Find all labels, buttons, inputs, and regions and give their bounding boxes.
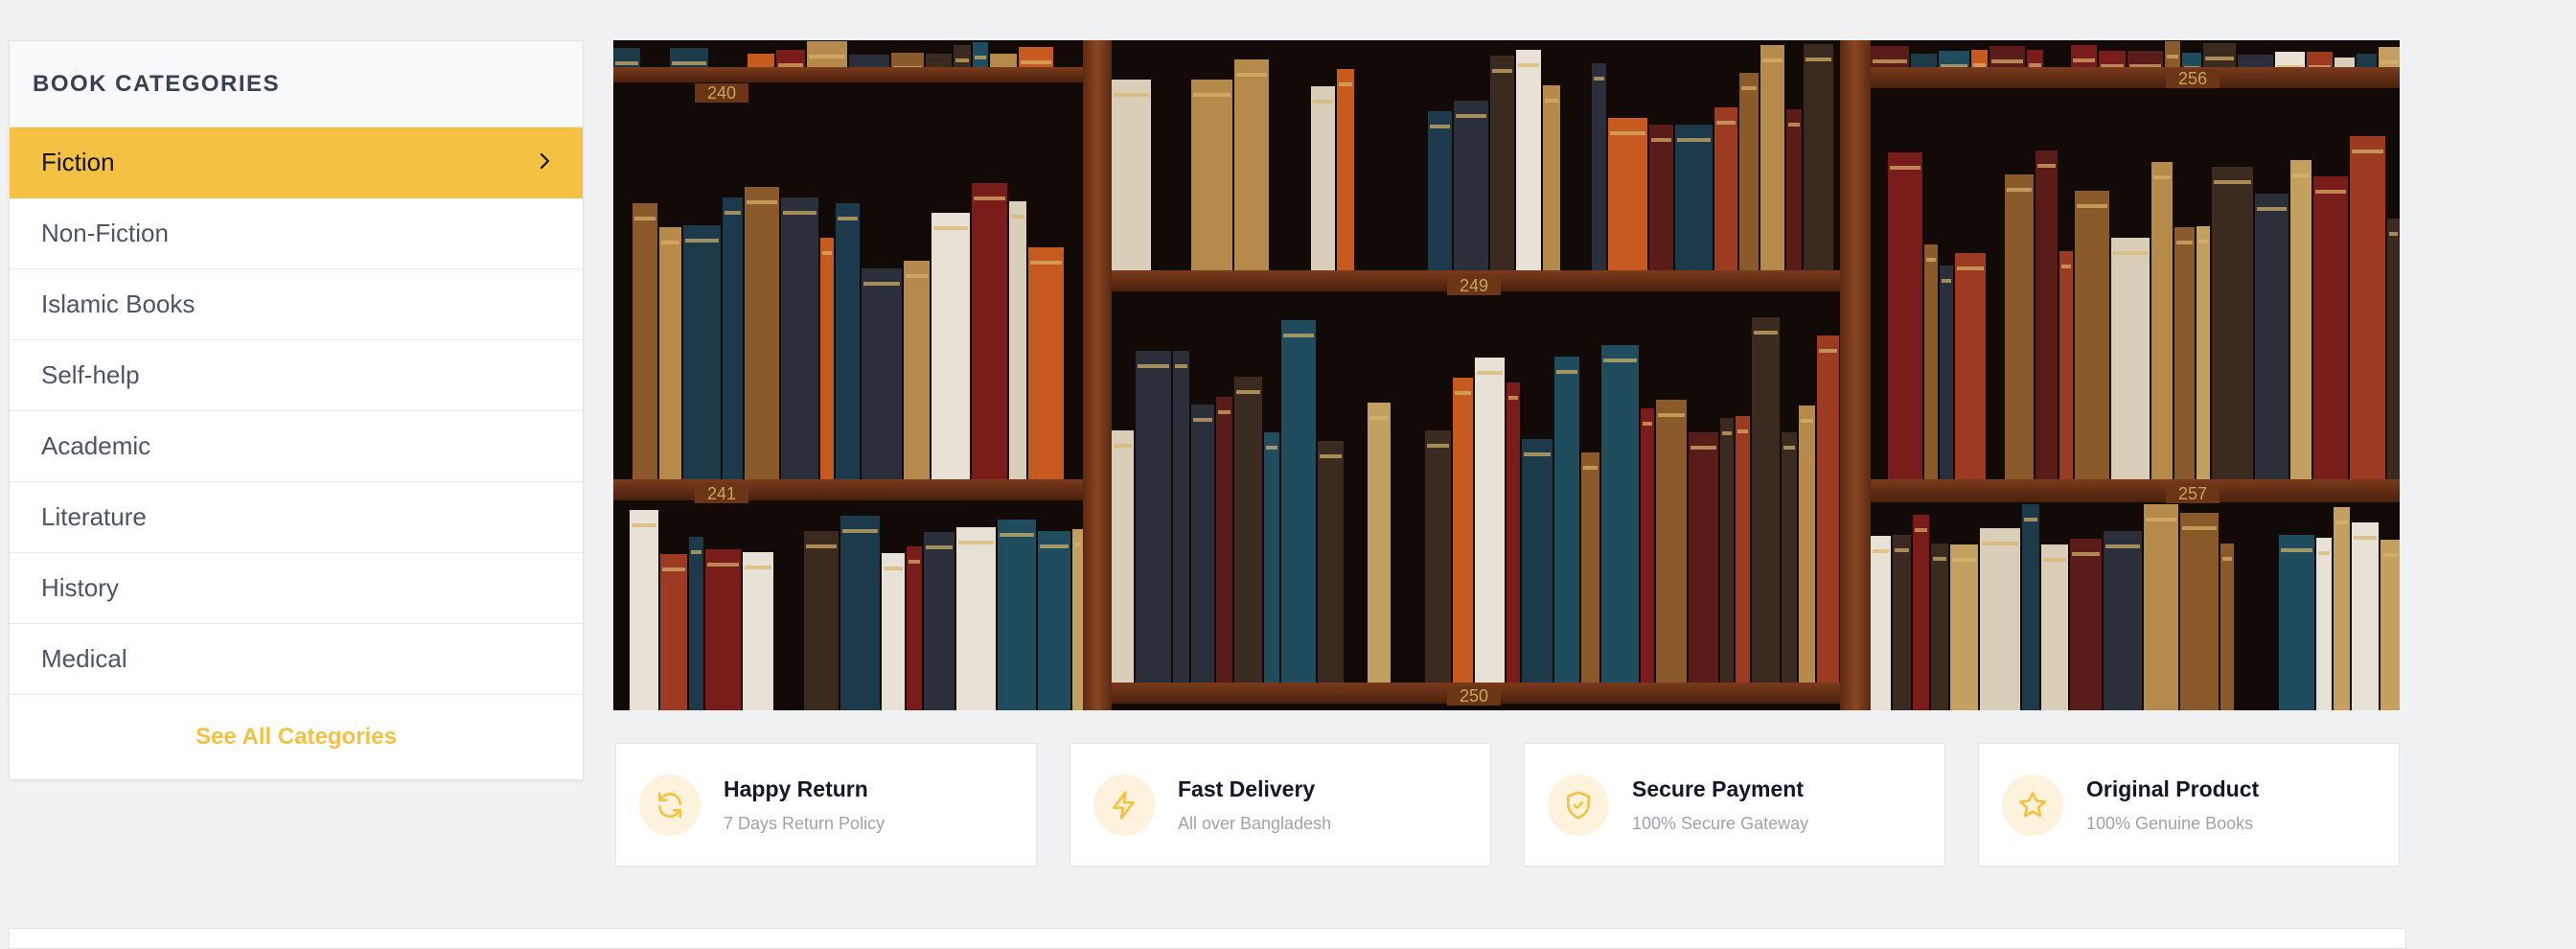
- category-label: Non-Fiction: [41, 219, 169, 247]
- category-label: Literature: [41, 502, 147, 531]
- feature-subtitle: All over Bangladesh: [1178, 813, 1332, 833]
- bookshelf-image: 240 249 256 241 250 257: [613, 40, 2400, 710]
- see-all-categories-link[interactable]: See All Categories: [10, 695, 583, 779]
- category-label: Academic: [41, 431, 151, 460]
- category-label: Islamic Books: [41, 289, 196, 318]
- category-label: Self-help: [41, 360, 140, 389]
- feature-title: Secure Payment: [1632, 775, 1804, 801]
- shelf-number: 256: [2178, 69, 2207, 88]
- category-label: History: [41, 573, 119, 602]
- category-label: Fiction: [41, 148, 115, 176]
- category-item-islamic-books[interactable]: Islamic Books: [10, 269, 583, 340]
- shield-check-icon: [1548, 774, 1609, 836]
- shelf-number: 249: [1460, 276, 1488, 295]
- sidebar-title: BOOK CATEGORIES: [33, 70, 281, 97]
- hero-banner[interactable]: 240 249 256 241 250 257: [613, 40, 2400, 710]
- feature-title: Original Product: [2086, 775, 2260, 801]
- shelf-number: 241: [707, 484, 736, 503]
- category-item-medical[interactable]: Medical: [10, 624, 583, 695]
- sidebar-header: BOOK CATEGORIES: [10, 41, 583, 127]
- feature-subtitle: 100% Secure Gateway: [1632, 813, 1809, 833]
- category-item-academic[interactable]: Academic: [10, 411, 583, 482]
- category-item-non-fiction[interactable]: Non-Fiction: [10, 198, 583, 269]
- category-item-history[interactable]: History: [10, 553, 583, 624]
- refresh-icon: [639, 774, 701, 836]
- feature-title: Fast Delivery: [1178, 775, 1316, 801]
- category-label: Medical: [41, 644, 127, 673]
- shelf-number: 250: [1460, 686, 1488, 706]
- star-icon: [2002, 774, 2063, 836]
- feature-subtitle: 7 Days Return Policy: [724, 813, 886, 833]
- category-item-fiction[interactable]: Fiction: [10, 127, 583, 198]
- category-list: Fiction Non-Fiction Islamic Books Self-h…: [10, 127, 583, 695]
- feature-card-secure-payment: Secure Payment 100% Secure Gateway: [1524, 743, 1945, 867]
- feature-subtitle: 100% Genuine Books: [2086, 813, 2254, 833]
- next-section-container: [9, 928, 2406, 949]
- feature-card-happy-return: Happy Return 7 Days Return Policy: [615, 743, 1037, 867]
- feature-card-original-product: Original Product 100% Genuine Books: [1978, 743, 2400, 867]
- shelf-number: 257: [2178, 484, 2207, 503]
- lightning-icon: [1093, 774, 1155, 836]
- shelf-number: 240: [707, 83, 736, 103]
- feature-card-fast-delivery: Fast Delivery All over Bangladesh: [1070, 743, 1491, 867]
- category-item-literature[interactable]: Literature: [10, 482, 583, 553]
- chevron-right-icon: [539, 148, 552, 177]
- category-item-self-help[interactable]: Self-help: [10, 340, 583, 411]
- category-sidebar: BOOK CATEGORIES Fiction Non-Fiction Isla…: [9, 40, 584, 780]
- feature-title: Happy Return: [724, 775, 868, 801]
